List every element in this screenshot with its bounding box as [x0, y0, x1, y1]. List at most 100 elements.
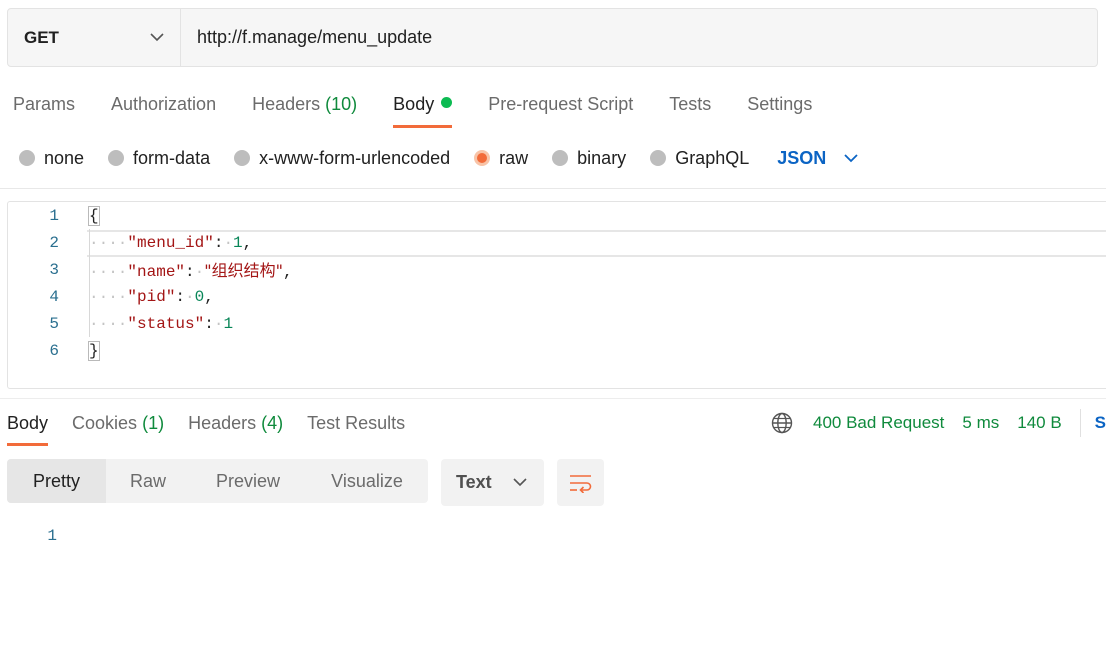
response-tab-cookies[interactable]: Cookies (1) — [72, 410, 164, 446]
code-line: 6 } — [8, 338, 1106, 365]
response-format-label: Text — [456, 472, 492, 492]
radio-label: form-data — [133, 147, 211, 168]
radio-raw[interactable]: raw — [474, 148, 528, 169]
view-mode-label: Raw — [129, 470, 166, 491]
divider — [0, 398, 1106, 399]
radio-circle-icon — [19, 150, 35, 166]
modified-dot-icon — [441, 97, 453, 108]
radio-form-data[interactable]: form-data — [108, 148, 210, 169]
json-comma: , — [204, 288, 214, 306]
headers-count: (4) — [261, 413, 284, 433]
radio-graphql[interactable]: GraphQL — [650, 148, 749, 169]
tab-label: Pre-request Script — [488, 94, 634, 114]
radio-label: x-www-form-urlencoded — [259, 147, 451, 168]
json-key: "menu_id" — [127, 234, 214, 252]
line-number: 1 — [49, 207, 59, 225]
response-size[interactable]: 140 B — [1017, 413, 1061, 433]
response-format-select[interactable]: Text — [441, 459, 544, 506]
response-tab-test-results[interactable]: Test Results — [307, 410, 405, 446]
line-number: 2 — [49, 234, 59, 252]
view-mode-label: Pretty — [32, 470, 80, 491]
tab-pre-request-script[interactable]: Pre-request Script — [488, 90, 633, 128]
radio-none[interactable]: none — [19, 148, 84, 169]
line-number: 4 — [49, 288, 59, 306]
url-input[interactable] — [181, 9, 1097, 66]
tab-label: Body — [393, 94, 435, 114]
radio-circle-icon — [234, 150, 251, 166]
radio-label: none — [44, 147, 85, 168]
method-select[interactable]: GET — [8, 9, 181, 66]
response-tab-headers[interactable]: Headers (4) — [188, 410, 283, 446]
url-bar: GET — [7, 8, 1098, 67]
line-number: 5 — [49, 315, 59, 333]
tab-tests[interactable]: Tests — [669, 90, 711, 128]
radio-circle-icon — [108, 150, 125, 166]
tab-body[interactable]: Body — [393, 90, 453, 128]
status-code[interactable]: 400 Bad Request — [813, 413, 944, 433]
line-number: 3 — [49, 261, 59, 279]
json-value: "组织结构" — [204, 261, 283, 280]
code-line: 4 ····"pid":·0, — [8, 284, 1106, 311]
response-status-bar: 400 Bad Request 5 ms 140 B S — [771, 409, 1106, 437]
open-brace: { — [88, 206, 100, 226]
tab-label: Headers — [188, 413, 257, 433]
radio-label: binary — [577, 147, 627, 168]
response-time[interactable]: 5 ms — [962, 413, 999, 433]
tab-settings[interactable]: Settings — [747, 90, 812, 128]
headers-count: (10) — [325, 94, 358, 114]
tab-label: Test Results — [307, 413, 406, 433]
chevron-down-icon — [513, 478, 527, 487]
chevron-down-icon — [150, 33, 164, 42]
cookies-count: (1) — [142, 413, 165, 433]
json-key: "status" — [127, 315, 205, 333]
divider — [1079, 409, 1081, 437]
body-editor[interactable]: 1 { 2 ····"menu_id":·1, 3 ····"name":·"组… — [7, 201, 1106, 389]
view-mode-label: Visualize — [331, 470, 403, 491]
tab-label: Cookies — [72, 413, 138, 433]
line-number: 6 — [49, 342, 59, 360]
globe-icon[interactable] — [771, 412, 793, 434]
json-key: "name" — [127, 263, 186, 281]
tab-headers[interactable]: Headers (10) — [252, 90, 357, 128]
radio-binary[interactable]: binary — [552, 148, 626, 169]
view-pretty[interactable]: Pretty — [7, 459, 106, 503]
tab-label: Body — [7, 413, 49, 433]
view-preview[interactable]: Preview — [190, 459, 306, 503]
json-value: 0 — [194, 288, 205, 306]
code-line: 1 { — [8, 203, 1106, 230]
request-tabs: Params Authorization Headers (10) Body P… — [13, 90, 848, 130]
radio-label: raw — [499, 147, 529, 168]
tab-label: Headers — [252, 94, 321, 114]
code-line: 5 ····"status":·1 — [8, 311, 1106, 338]
tab-authorization[interactable]: Authorization — [111, 90, 216, 128]
close-brace: } — [88, 341, 100, 361]
response-line-number: 1 — [47, 527, 57, 545]
json-comma: , — [282, 263, 293, 281]
tab-label: Settings — [747, 94, 813, 114]
json-value: 1 — [223, 315, 234, 333]
tab-label: Authorization — [111, 94, 217, 114]
wrap-lines-icon — [569, 474, 591, 493]
response-tabs: Body Cookies (1) Headers (4) Test Result… — [7, 410, 429, 448]
body-type-options: none form-data x-www-form-urlencoded raw… — [19, 145, 858, 171]
json-value: 1 — [233, 234, 243, 252]
wrap-lines-button[interactable] — [557, 459, 604, 506]
tab-label: Params — [13, 94, 76, 114]
json-comma: , — [242, 234, 253, 252]
view-visualize[interactable]: Visualize — [306, 459, 428, 503]
radio-label: GraphQL — [675, 147, 750, 168]
divider — [0, 188, 1106, 189]
body-format-label: JSON — [777, 147, 827, 168]
radio-x-www-form-urlencoded[interactable]: x-www-form-urlencoded — [234, 148, 450, 169]
save-response-button[interactable]: S — [1095, 413, 1106, 433]
tab-label: Tests — [669, 94, 712, 114]
tab-params[interactable]: Params — [13, 90, 75, 128]
radio-circle-icon — [552, 150, 569, 166]
view-raw[interactable]: Raw — [106, 459, 190, 503]
response-tab-body[interactable]: Body — [7, 410, 49, 446]
view-mode-label: Preview — [215, 470, 281, 491]
body-format-select[interactable]: JSON — [777, 148, 858, 169]
radio-selected-icon — [474, 150, 491, 166]
chevron-down-icon — [844, 153, 858, 162]
radio-circle-icon — [650, 150, 667, 166]
